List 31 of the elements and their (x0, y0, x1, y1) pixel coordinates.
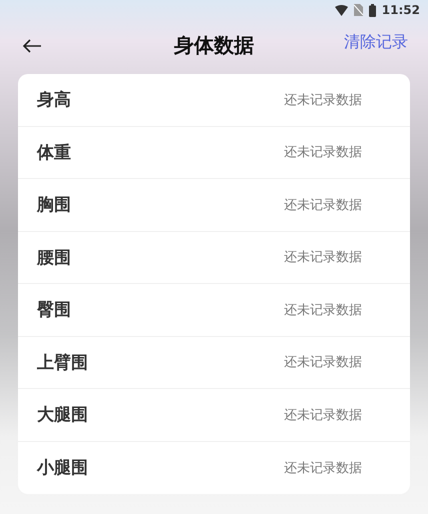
measurement-value: 还未记录数据 (284, 302, 362, 319)
measurement-label: 小腿围 (37, 457, 88, 480)
measurement-value: 还未记录数据 (284, 354, 362, 372)
measurement-value: 还未记录数据 (284, 92, 362, 109)
back-arrow-icon (22, 39, 42, 53)
measurement-label: 身高 (37, 89, 71, 112)
page-title: 身体数据 (174, 32, 254, 59)
measurement-value: 还未记录数据 (284, 460, 362, 477)
status-time: 11:52 (382, 3, 420, 17)
measurement-row[interactable]: 体重 还未记录数据 (18, 126, 410, 179)
clear-records-button[interactable]: 清除记录 (344, 32, 408, 52)
measurement-row[interactable]: 胸围 还未记录数据 (18, 179, 410, 232)
measurement-label: 臀围 (37, 299, 71, 322)
measurement-label: 上臂围 (37, 352, 88, 374)
measurement-label: 腰围 (37, 246, 71, 269)
battery-icon (368, 4, 376, 16)
measurement-value: 还未记录数据 (284, 249, 362, 266)
measurement-label: 胸围 (37, 194, 71, 216)
measurement-row[interactable]: 腰围 还未记录数据 (18, 232, 410, 284)
measurement-label: 体重 (37, 142, 71, 164)
measurement-value: 还未记录数据 (284, 196, 362, 214)
measurement-row[interactable]: 身高 还未记录数据 (18, 74, 410, 126)
measurement-value: 还未记录数据 (284, 144, 362, 162)
measurement-value: 还未记录数据 (284, 406, 362, 424)
wifi-icon (334, 4, 348, 16)
measurement-row[interactable]: 大腿围 还未记录数据 (18, 389, 410, 442)
measurement-row[interactable]: 臀围 还未记录数据 (18, 284, 410, 336)
measurement-row[interactable]: 小腿围 还未记录数据 (18, 442, 410, 494)
measurement-row[interactable]: 上臂围 还未记录数据 (18, 336, 410, 389)
no-sim-icon (354, 4, 363, 16)
measurement-label: 大腿围 (37, 404, 88, 426)
